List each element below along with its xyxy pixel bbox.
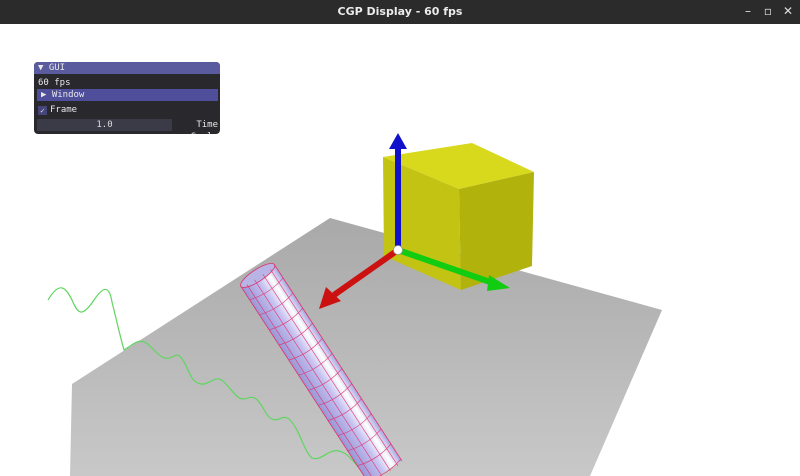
collapse-arrow-icon[interactable]: ▼ bbox=[38, 63, 43, 73]
gui-header[interactable]: ▼ GUI bbox=[34, 62, 220, 74]
checkmark-icon[interactable]: ✓ bbox=[38, 106, 47, 115]
close-icon[interactable]: ✕ bbox=[780, 3, 796, 19]
restore-icon[interactable]: ▫ bbox=[760, 3, 776, 19]
gui-panel[interactable]: ▼ GUI 60 fps ▶ Window ✓Frame 1.0 Time Sc… bbox=[34, 62, 220, 134]
time-scale-label: Time Scale bbox=[191, 120, 218, 134]
title-bar: CGP Display - 60 fps – ▫ ✕ bbox=[0, 0, 800, 24]
window-title: CGP Display - 60 fps bbox=[337, 5, 463, 18]
gui-header-label: GUI bbox=[48, 63, 66, 73]
frame-checkbox[interactable]: ✓ Frame bbox=[38, 104, 77, 116]
minimize-icon[interactable]: – bbox=[740, 3, 756, 19]
time-scale-value: 1.0 bbox=[96, 120, 113, 130]
window-tree-node[interactable]: ▶ Window bbox=[37, 89, 218, 101]
z-axis-arrow-icon bbox=[389, 133, 407, 149]
window-label: Window bbox=[51, 90, 85, 100]
fps-text: 60 fps bbox=[38, 78, 71, 88]
time-scale-slider[interactable]: 1.0 bbox=[37, 119, 172, 131]
expand-arrow-icon[interactable]: ▶ bbox=[41, 90, 46, 100]
frame-label: Frame bbox=[50, 105, 78, 115]
